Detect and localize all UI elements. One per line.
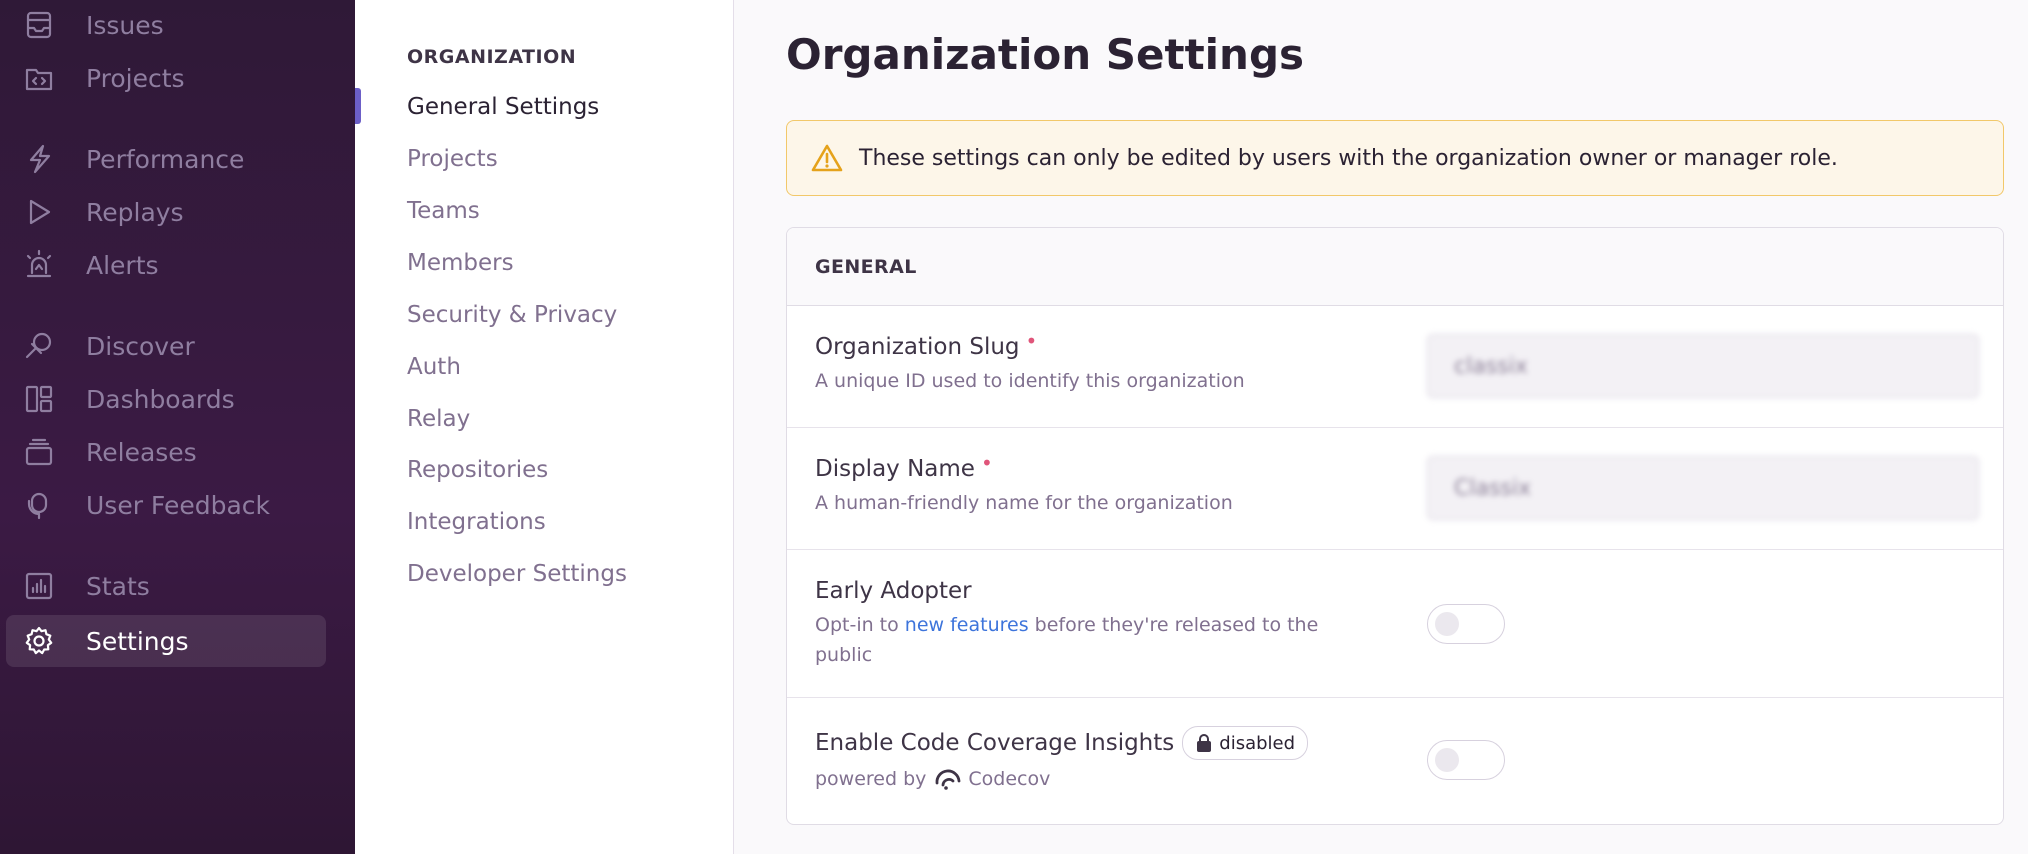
sidebar-item-label: Releases — [86, 437, 197, 467]
settings-nav-relay[interactable]: Relay — [407, 406, 470, 432]
sidebar-item-label: User Feedback — [86, 490, 270, 520]
releases-icon — [22, 435, 56, 469]
sidebar-item-label: Replays — [86, 197, 184, 227]
field-organization-slug: Organization Slug • A unique ID used to … — [787, 306, 2003, 428]
settings-nav-heading: ORGANIZATION — [407, 46, 577, 68]
required-indicator: • — [1025, 329, 1038, 353]
warning-icon — [811, 141, 845, 175]
settings-nav-projects[interactable]: Projects — [407, 146, 498, 172]
general-panel: GENERAL Organization Slug • A unique ID … — [786, 227, 2004, 825]
settings-nav: ORGANIZATION General Settings Projects T… — [355, 0, 734, 854]
display-name-input[interactable] — [1427, 456, 1979, 520]
early-adopter-toggle[interactable] — [1427, 604, 1505, 644]
issues-icon — [22, 8, 56, 42]
sidebar-item-label: Settings — [86, 626, 189, 656]
lock-icon — [1197, 734, 1212, 752]
badge-label: disabled — [1219, 732, 1296, 754]
permission-alert: These settings can only be edited by use… — [786, 120, 2004, 196]
alerts-icon — [22, 248, 56, 282]
field-label-text: Display Name — [815, 456, 975, 482]
settings-nav-security-privacy[interactable]: Security & Privacy — [407, 302, 617, 328]
sidebar-item-replays[interactable]: Replays — [6, 186, 326, 238]
codecov-icon — [936, 769, 961, 790]
settings-nav-active-indicator — [355, 88, 361, 124]
field-help: A human-friendly name for the organizati… — [815, 492, 1233, 514]
field-display-name: Display Name • A human-friendly name for… — [787, 428, 2003, 550]
sidebar-item-alerts[interactable]: Alerts — [6, 239, 326, 291]
sidebar-item-label: Issues — [86, 10, 164, 40]
projects-icon — [22, 61, 56, 95]
sidebar-item-discover[interactable]: Discover — [6, 320, 326, 372]
sidebar-item-settings[interactable]: Settings — [6, 615, 326, 667]
toggle-knob — [1435, 612, 1459, 636]
field-label: Early Adopter — [815, 578, 972, 604]
field-code-coverage: Enable Code Coverage Insights disabled p… — [787, 698, 2003, 822]
new-features-link[interactable]: new features — [905, 614, 1029, 636]
sidebar-item-performance[interactable]: Performance — [6, 133, 326, 185]
sidebar-item-label: Alerts — [86, 250, 159, 280]
dashboards-icon — [22, 382, 56, 416]
field-label: Enable Code Coverage Insights disabled — [815, 726, 1309, 760]
help-prefix: Opt-in to — [815, 614, 905, 636]
powered-by-text: powered by — [815, 768, 927, 790]
sidebar-item-projects[interactable]: Projects — [6, 52, 326, 104]
user-feedback-icon — [22, 488, 56, 522]
panel-title: GENERAL — [787, 228, 2003, 306]
toggle-knob — [1435, 748, 1459, 772]
alert-text: These settings can only be edited by use… — [859, 145, 1838, 171]
settings-nav-members[interactable]: Members — [407, 250, 514, 276]
sidebar-item-label: Discover — [86, 331, 195, 361]
field-help: A unique ID used to identify this organi… — [815, 370, 1245, 392]
settings-nav-developer-settings[interactable]: Developer Settings — [407, 561, 627, 587]
field-label: Display Name • — [815, 451, 993, 482]
replays-icon — [22, 195, 56, 229]
performance-icon — [22, 142, 56, 176]
field-label-text: Enable Code Coverage Insights — [815, 730, 1175, 756]
field-help: powered by Codecov — [815, 764, 1355, 794]
sidebar-item-releases[interactable]: Releases — [6, 426, 326, 478]
codecov-name: Codecov — [968, 768, 1051, 790]
field-early-adopter: Early Adopter Opt-in to new features bef… — [787, 550, 2003, 698]
settings-nav-auth[interactable]: Auth — [407, 354, 461, 380]
app-sidebar: Issues Projects Performance Replays Aler… — [0, 0, 355, 854]
field-label-text: Early Adopter — [815, 578, 972, 604]
settings-nav-teams[interactable]: Teams — [407, 198, 480, 224]
organization-slug-input[interactable] — [1427, 334, 1979, 398]
field-label: Organization Slug • — [815, 329, 1037, 360]
sidebar-item-label: Stats — [86, 571, 150, 601]
code-coverage-toggle[interactable] — [1427, 740, 1505, 780]
gear-icon — [22, 624, 56, 658]
field-help: Opt-in to new features before they're re… — [815, 610, 1355, 670]
required-indicator: • — [980, 451, 993, 475]
sidebar-item-label: Projects — [86, 63, 185, 93]
sidebar-item-stats[interactable]: Stats — [6, 560, 326, 612]
sidebar-item-issues[interactable]: Issues — [6, 0, 326, 51]
sidebar-item-dashboards[interactable]: Dashboards — [6, 373, 326, 425]
disabled-badge: disabled — [1182, 726, 1309, 760]
main-content: Organization Settings These settings can… — [734, 0, 2028, 854]
settings-nav-integrations[interactable]: Integrations — [407, 509, 546, 535]
stats-icon — [22, 569, 56, 603]
sidebar-item-label: Performance — [86, 144, 245, 174]
sidebar-item-label: Dashboards — [86, 384, 235, 414]
settings-nav-repositories[interactable]: Repositories — [407, 457, 548, 483]
sidebar-item-user-feedback[interactable]: User Feedback — [6, 479, 326, 531]
page-title: Organization Settings — [786, 30, 1305, 79]
discover-icon — [22, 329, 56, 363]
field-label-text: Organization Slug — [815, 334, 1020, 360]
settings-nav-general-settings[interactable]: General Settings — [407, 94, 599, 120]
